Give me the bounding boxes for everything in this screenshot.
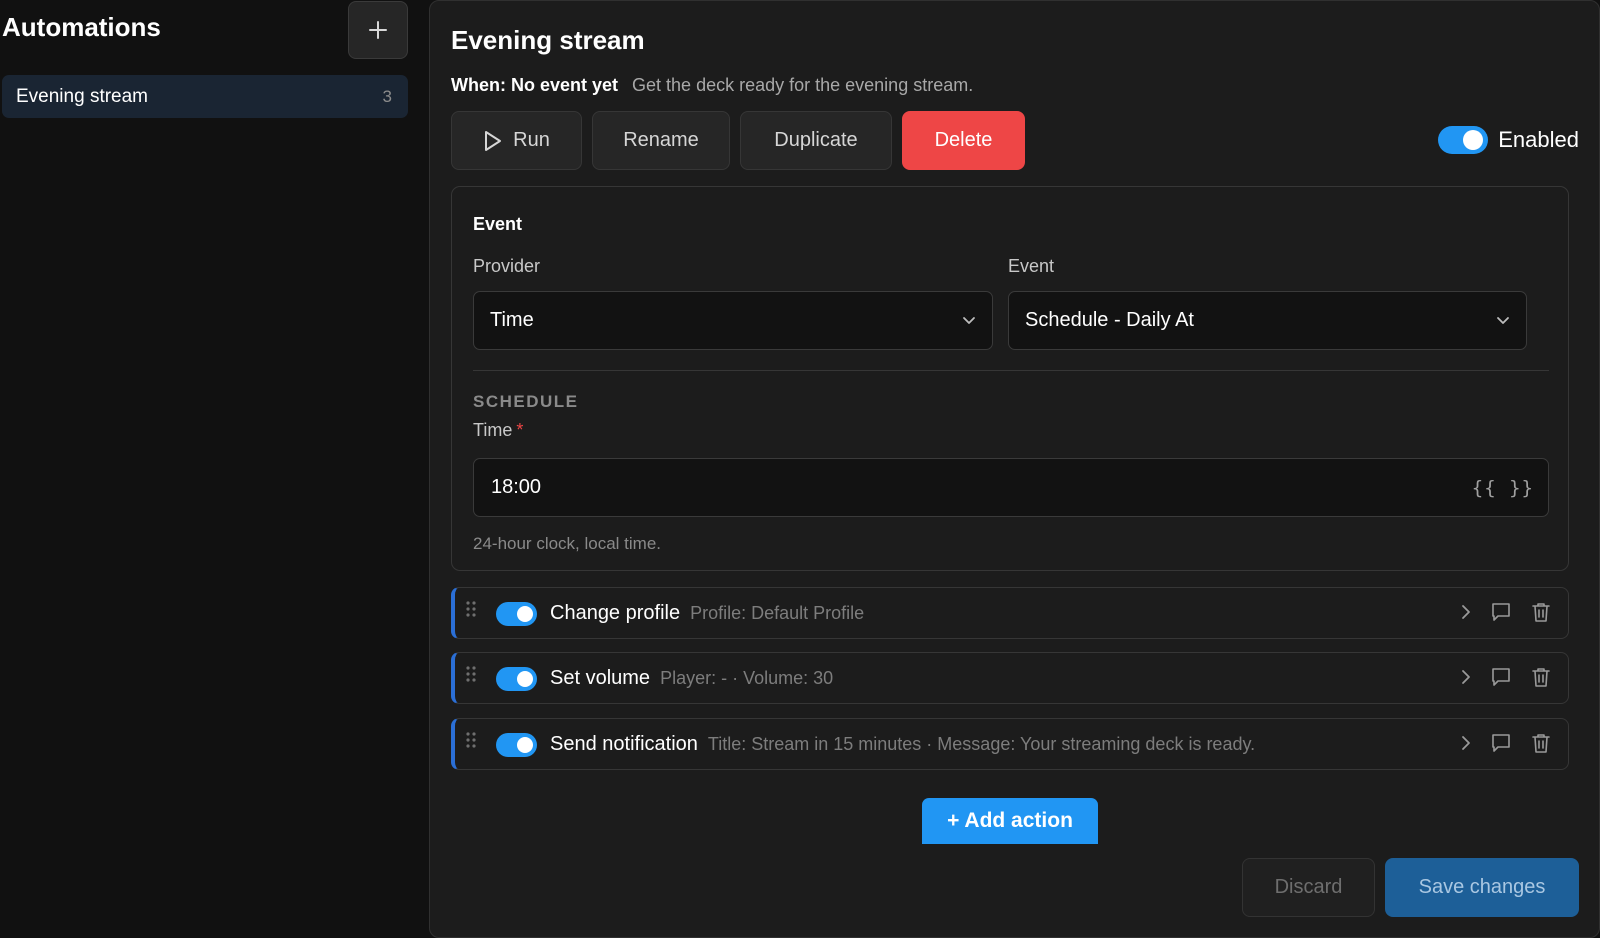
action-enabled-toggle[interactable]	[496, 602, 537, 626]
action-enabled-toggle[interactable]	[496, 733, 537, 757]
template-variable-icon[interactable]: {{ }}	[1472, 477, 1534, 499]
action-icons	[1460, 732, 1552, 754]
event-select[interactable]: Schedule - Daily At	[1008, 291, 1527, 350]
action-summary: Player: - · Volume: 30	[660, 667, 834, 688]
add-action-button[interactable]: + Add action	[922, 798, 1098, 844]
enabled-toggle[interactable]	[1438, 126, 1489, 154]
trash-icon[interactable]	[1530, 666, 1552, 688]
chevron-right-icon[interactable]	[1460, 666, 1472, 688]
trash-icon[interactable]	[1530, 601, 1552, 623]
comment-icon[interactable]	[1490, 601, 1512, 623]
action-enabled-toggle[interactable]	[496, 667, 537, 691]
play-icon	[485, 130, 502, 151]
comment-icon[interactable]	[1490, 732, 1512, 754]
run-button[interactable]: Run	[451, 111, 582, 170]
event-card-title: Event	[473, 214, 523, 234]
action-row[interactable]: Change profile Profile: Default Profile	[451, 587, 1569, 639]
rename-button[interactable]: Rename	[592, 111, 730, 170]
sidebar-item-count: 3	[382, 86, 392, 106]
drag-handle-icon[interactable]	[465, 665, 477, 688]
provider-select[interactable]: Time	[473, 291, 993, 350]
toggle-knob	[517, 737, 533, 753]
event-value: Schedule - Daily At	[1025, 309, 1194, 331]
action-name: Set volume	[550, 666, 651, 689]
sidebar-item-evening-stream[interactable]: Evening stream 3	[2, 75, 408, 118]
sidebar-item-label: Evening stream	[16, 85, 149, 107]
when-row: When: No event yet Get the deck ready for…	[451, 75, 973, 96]
duplicate-button[interactable]: Duplicate	[740, 111, 892, 170]
save-changes-button[interactable]: Save changes	[1385, 858, 1579, 917]
time-value: 18:00	[491, 476, 542, 498]
automation-description: Get the deck ready for the evening strea…	[632, 75, 974, 95]
time-input[interactable]: 18:00 {{ }}	[473, 458, 1549, 517]
action-icons	[1460, 601, 1552, 623]
action-summary: Profile: Default Profile	[690, 602, 865, 623]
action-text: Send notification Title: Stream in 15 mi…	[550, 719, 1255, 769]
chevron-right-icon[interactable]	[1460, 601, 1472, 623]
action-row[interactable]: Set volume Player: - · Volume: 30	[451, 652, 1569, 704]
run-button-label: Run	[513, 129, 550, 151]
time-label: Time *	[473, 420, 523, 441]
action-text: Set volume Player: - · Volume: 30	[550, 653, 833, 703]
action-name: Change profile	[550, 601, 681, 624]
toggle-knob	[517, 606, 533, 622]
page-title: Evening stream	[451, 25, 645, 55]
event-label: Event	[1008, 256, 1055, 276]
chevron-right-icon[interactable]	[1460, 732, 1472, 754]
discard-button[interactable]: Discard	[1242, 858, 1375, 917]
trash-icon[interactable]	[1530, 732, 1552, 754]
time-hint: 24-hour clock, local time.	[473, 534, 662, 553]
chevron-down-icon	[1497, 316, 1509, 324]
delete-button[interactable]: Delete	[902, 111, 1025, 170]
required-marker: *	[516, 420, 524, 440]
action-text: Change profile Profile: Default Profile	[550, 588, 864, 638]
schedule-section-title: SCHEDULE	[473, 392, 579, 411]
plus-icon	[369, 21, 387, 39]
provider-label: Provider	[473, 256, 541, 276]
drag-handle-icon[interactable]	[465, 731, 477, 754]
sidebar: Automations Evening stream 3	[0, 0, 420, 938]
automation-editor: Evening stream When: No event yet Get the…	[429, 0, 1600, 938]
when-label: When: No event yet	[451, 75, 619, 95]
action-name: Send notification	[550, 732, 698, 755]
time-label-text: Time	[473, 420, 513, 440]
divider	[473, 370, 1549, 371]
chevron-down-icon	[963, 316, 975, 324]
sidebar-title: Automations	[2, 12, 161, 42]
event-card: Event Provider Time Event Schedule - Dai…	[451, 186, 1569, 571]
enabled-control: Enabled	[1438, 126, 1579, 154]
comment-icon[interactable]	[1490, 666, 1512, 688]
enabled-label: Enabled	[1498, 127, 1579, 152]
toggle-knob	[517, 671, 533, 687]
toggle-knob	[1463, 130, 1484, 150]
add-automation-button[interactable]	[348, 1, 408, 59]
provider-value: Time	[490, 309, 534, 331]
action-summary: Title: Stream in 15 minutes · Message: Y…	[707, 733, 1256, 754]
action-icons	[1460, 666, 1552, 688]
drag-handle-icon[interactable]	[465, 600, 477, 623]
action-row[interactable]: Send notification Title: Stream in 15 mi…	[451, 718, 1569, 770]
